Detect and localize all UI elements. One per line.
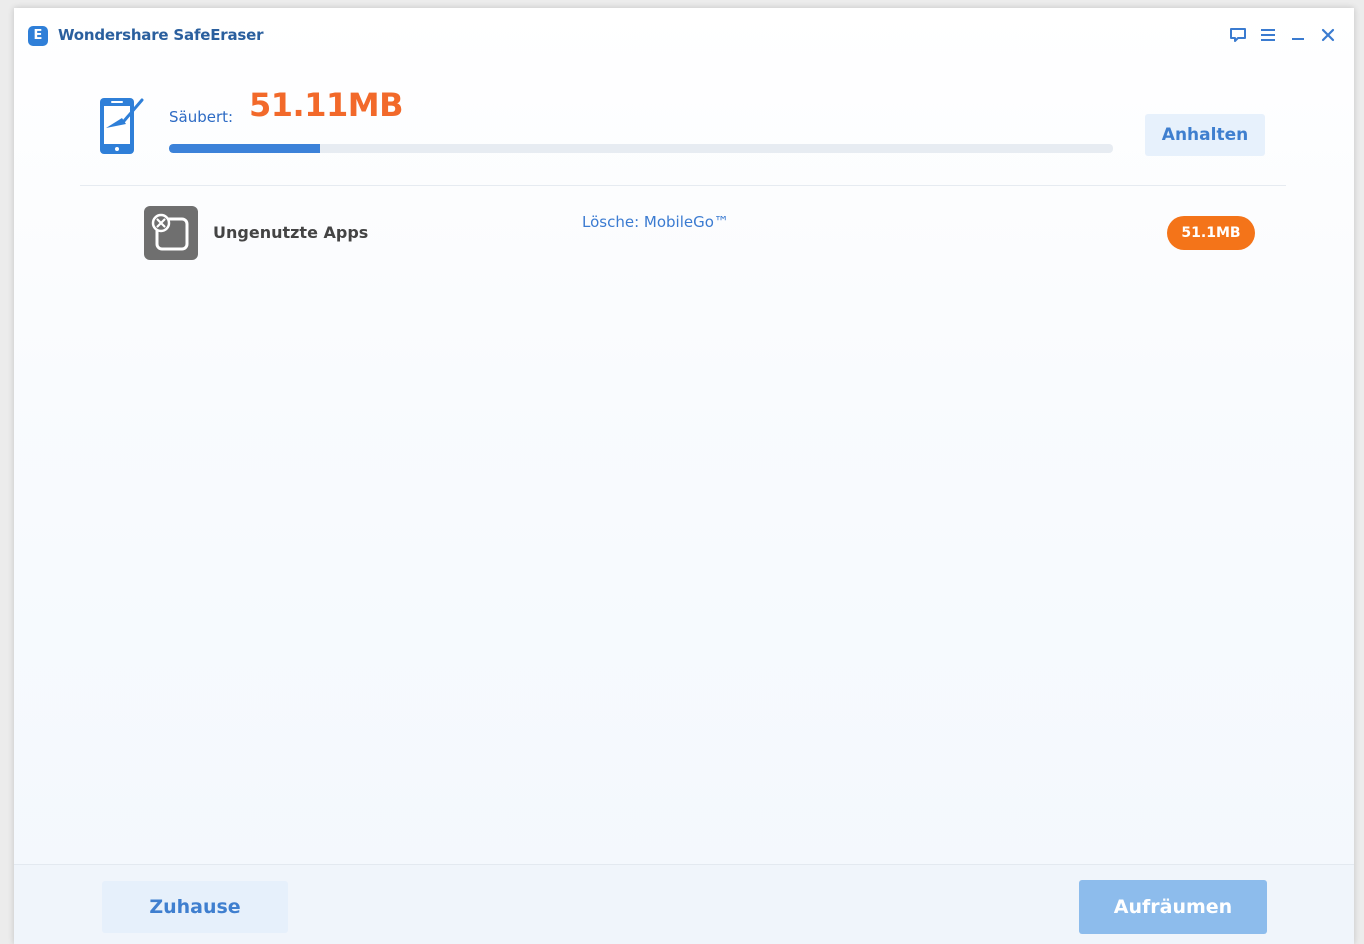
footer-bar: Zuhause Aufräumen bbox=[14, 864, 1354, 944]
item-name: Ungenutzte Apps bbox=[213, 223, 369, 242]
clean-up-button[interactable]: Aufräumen bbox=[1079, 880, 1267, 934]
menu-icon[interactable] bbox=[1256, 22, 1280, 48]
close-icon[interactable] bbox=[1316, 22, 1340, 48]
cleaning-progress-bar bbox=[169, 144, 1113, 153]
title-bar[interactable]: E Wondershare SafeEraser bbox=[14, 8, 1354, 64]
list-item: Ungenutzte Apps Lösche: MobileGo™ 51.1MB bbox=[80, 198, 1286, 264]
cleaned-label: Säubert: bbox=[169, 108, 234, 126]
pause-button[interactable]: Anhalten bbox=[1145, 114, 1265, 156]
app-title: Wondershare SafeEraser bbox=[58, 26, 264, 44]
progress-fill bbox=[169, 144, 321, 153]
feedback-icon[interactable] bbox=[1226, 22, 1250, 48]
item-status: Lösche: MobileGo™ bbox=[582, 213, 729, 231]
cleaned-amount: 51.11MB bbox=[249, 86, 403, 124]
divider bbox=[80, 185, 1286, 186]
app-window: E Wondershare SafeEraser Säubert: 51.11M… bbox=[14, 8, 1354, 944]
home-button[interactable]: Zuhause bbox=[102, 881, 288, 933]
minimize-icon[interactable] bbox=[1286, 22, 1310, 48]
unused-app-icon bbox=[144, 206, 198, 260]
app-logo-icon: E bbox=[28, 26, 48, 46]
phone-cleaning-icon bbox=[96, 94, 144, 158]
size-badge: 51.1MB bbox=[1167, 216, 1255, 250]
